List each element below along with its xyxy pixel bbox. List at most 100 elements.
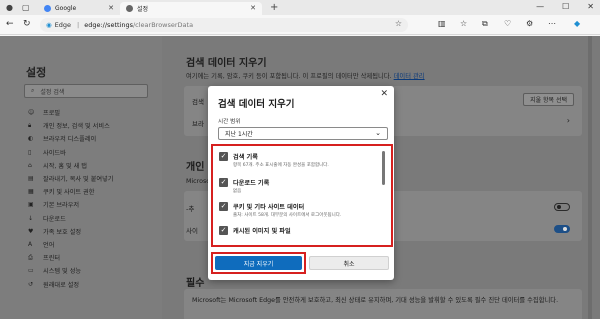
- option-title: 다운로드 기록: [233, 180, 270, 187]
- sidebar-item-start-home[interactable]: ⌂ 시작, 홈 및 새 탭: [28, 159, 113, 172]
- personalization-section-title: 개인: [186, 162, 205, 173]
- tab-bar: ● ▢ Google ✕ 설정 ✕ + — ☐ ✕: [0, 0, 600, 15]
- appearance-icon: ◐: [28, 135, 34, 143]
- tab-google[interactable]: Google ✕: [38, 2, 120, 15]
- collections-icon[interactable]: ⧉: [482, 19, 488, 29]
- sidebar-item-label: 원래대로 설정: [43, 281, 80, 289]
- more-options-icon[interactable]: ⋯: [548, 19, 556, 28]
- data-type-list: ✓ 검색 기록 항목 67개. 주소 표시줄에 자동 완성을 포함합니다. ✓ …: [211, 144, 393, 247]
- tab-settings[interactable]: 설정 ✕: [120, 2, 262, 15]
- cookie-icon: ▦: [28, 188, 34, 196]
- sidebar-item-clipboard[interactable]: ▤ 잘라내기, 복사 및 붙여넣기: [28, 172, 113, 185]
- download-icon: ↓: [28, 214, 34, 222]
- language-icon: A: [28, 240, 33, 248]
- manage-data-link[interactable]: 데이터 관리: [394, 73, 425, 80]
- split-screen-icon[interactable]: ▥: [438, 19, 446, 28]
- sidebar-item-reset[interactable]: ↺ 원래대로 설정: [28, 277, 113, 290]
- minimize-icon[interactable]: —: [536, 2, 544, 11]
- clear-now-button[interactable]: 지금 지우기: [215, 256, 302, 270]
- choose-what-to-clear-button[interactable]: 지울 항목 선택: [523, 93, 574, 106]
- tab-label: 설정: [137, 6, 149, 13]
- sidebar-item-family[interactable]: ♥ 가족 보호 설정: [28, 225, 113, 238]
- url-separator: |: [77, 21, 80, 29]
- required-data-section-title: 필수: [186, 278, 205, 289]
- sidebar-item-label: 프린터: [43, 255, 61, 263]
- refresh-icon[interactable]: ↻: [23, 19, 31, 29]
- sidebar-item-label: 잘라내기, 복사 및 붙여넣기: [43, 176, 114, 184]
- sidebar-item-privacy[interactable]: 🔒︎ 개인 정보, 검색 및 서비스: [28, 119, 113, 132]
- clipboard-icon: ▤: [28, 175, 34, 183]
- description-text: 여기에는 기록, 암호, 쿠키 등이 포함됩니다. 이 프로필의 데이터만 삭제…: [186, 73, 392, 80]
- chevron-right-icon[interactable]: ›: [567, 116, 570, 125]
- printer-icon: ⎙: [28, 253, 33, 261]
- toggle-knob: [557, 205, 561, 209]
- clear-data-description: 여기에는 기록, 암호, 쿠키 등이 포함됩니다. 이 프로필의 데이터만 삭제…: [186, 71, 425, 80]
- settings-gear-icon: [126, 5, 133, 12]
- checkbox-checked-icon[interactable]: ✓: [219, 178, 228, 187]
- checkbox-checked-icon[interactable]: ✓: [219, 152, 228, 161]
- favorite-star-icon[interactable]: ☆: [395, 19, 402, 28]
- sidebar-item-cookies[interactable]: ▦ 쿠키 및 사이트 권한: [28, 185, 113, 198]
- sidebar-item-system[interactable]: ▭ 시스템 및 성능: [28, 264, 113, 277]
- sidebar-item-profile[interactable]: ☺ 프로필: [28, 106, 113, 119]
- close-tab-icon[interactable]: ✕: [250, 4, 256, 12]
- edge-logo-icon: ◉: [46, 21, 52, 29]
- option-desc: 출처: 사이트 58개. 대부분의 사이트에서 로그아웃됩니다.: [233, 213, 342, 218]
- url-host: edge://settings: [84, 21, 133, 29]
- sidebar-item-label: 개인 정보, 검색 및 서비스: [43, 123, 110, 131]
- url-path: /clearBrowserData: [132, 21, 194, 29]
- address-bar[interactable]: ◉ Edge | edge://settings/clearBrowserDat…: [40, 18, 408, 32]
- window-controls: — ☐ ✕: [536, 2, 594, 11]
- settings-search-input[interactable]: ⌕ 설정 검색: [24, 84, 148, 98]
- extensions-icon[interactable]: ⚙: [526, 19, 533, 28]
- sidebar-item-printers[interactable]: ⎙ 프린터: [28, 251, 113, 264]
- sidebar-item-sidebar[interactable]: ▯ 사이드바: [28, 146, 113, 159]
- close-tab-icon[interactable]: ✕: [108, 4, 114, 12]
- browser-icon: ▣: [28, 201, 34, 209]
- search-icon: ⌕: [31, 87, 35, 94]
- profile-icon[interactable]: ●: [6, 3, 13, 12]
- cancel-button[interactable]: 취소: [309, 256, 389, 270]
- checkbox-checked-icon[interactable]: ✓: [219, 226, 228, 235]
- clear-data-section-title: 검색 데이터 지우기: [186, 58, 267, 69]
- favorites-icon[interactable]: ☆: [460, 19, 467, 28]
- sidebar-item-label: 시작, 홈 및 새 탭: [43, 162, 87, 170]
- google-favicon-icon: [44, 5, 51, 12]
- required-data-card: Microsoft는 Microsoft Edge를 안전하게 보호하고, 최신…: [184, 289, 582, 319]
- sidebar-item-languages[interactable]: A 언어: [28, 238, 113, 251]
- page-scrollbar[interactable]: [588, 36, 592, 319]
- sidebar-item-label: 언어: [43, 241, 55, 249]
- site-toggle[interactable]: [554, 225, 570, 233]
- sidebar-item-label: 시스템 및 성능: [43, 268, 82, 276]
- personalization-row-label: -추: [186, 205, 195, 213]
- back-icon[interactable]: ←: [6, 19, 14, 29]
- tab-label: Google: [55, 5, 77, 12]
- checkbox-checked-icon[interactable]: ✓: [219, 202, 228, 211]
- time-range-value: 지난 1시간: [225, 131, 253, 138]
- close-window-icon[interactable]: ✕: [587, 2, 594, 11]
- sidebar-item-label: 다운로드: [43, 215, 66, 223]
- personalization-toggle[interactable]: [554, 203, 570, 211]
- new-tab-icon[interactable]: +: [270, 2, 278, 13]
- settings-sidebar: 설정 ⌕ 설정 검색 ☺ 프로필 🔒︎ 개인 정보, 검색 및 서비스 ◐ 브라우저 …: [0, 36, 162, 319]
- personalization-desc: Microso: [186, 178, 211, 185]
- maximize-icon[interactable]: ☐: [562, 2, 569, 11]
- copilot-icon[interactable]: ◆: [574, 19, 580, 28]
- tab-actions-icon[interactable]: ▢: [22, 3, 30, 12]
- sidebar-item-downloads[interactable]: ↓ 다운로드: [28, 212, 113, 225]
- sidebar-item-appearance[interactable]: ◐ 브라우저 디스플레이: [28, 132, 113, 145]
- list-scrollbar[interactable]: [382, 151, 385, 185]
- browser-essentials-icon[interactable]: ♡: [504, 19, 511, 28]
- option-title: 쿠키 및 기타 사이트 데이터: [233, 204, 305, 211]
- time-range-select[interactable]: 지난 1시간 ⌄: [218, 127, 388, 140]
- sidebar-icon: ▯: [28, 148, 32, 156]
- home-icon: ⌂: [28, 161, 32, 169]
- sidebar-item-label: 브라우저 디스플레이: [43, 136, 97, 144]
- time-range-label: 시간 범위: [218, 119, 241, 125]
- sidebar-item-label: 기본 브라우저: [43, 202, 80, 210]
- address-toolbar: ← ↻ ◉ Edge | edge://settings/clearBrowse…: [0, 15, 600, 35]
- close-icon[interactable]: ✕: [380, 89, 388, 99]
- chevron-down-icon: ⌄: [375, 129, 381, 137]
- sidebar-item-default-browser[interactable]: ▣ 기본 브라우저: [28, 198, 113, 211]
- search-placeholder: 설정 검색: [40, 88, 65, 96]
